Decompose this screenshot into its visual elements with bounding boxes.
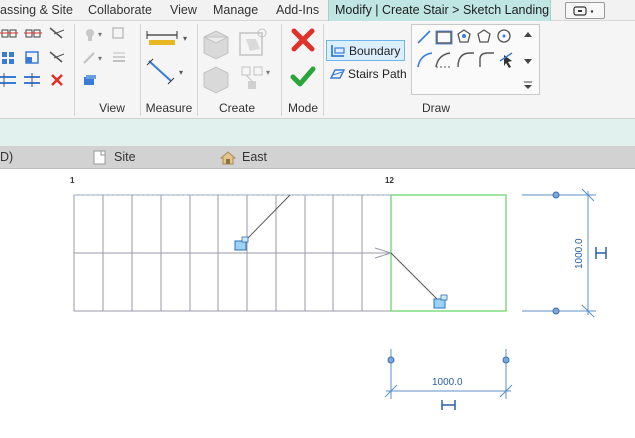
fillet-arc-tool-icon[interactable] xyxy=(479,52,494,67)
panel-label-measure: Measure xyxy=(145,101,193,115)
view-tools-icons: ▾ ▾ xyxy=(83,27,125,85)
rectangle-tool-icon[interactable] xyxy=(435,30,453,45)
vertical-dimension[interactable]: 1000.0 xyxy=(522,188,607,318)
vertical-dimension-toggle-icon[interactable] xyxy=(595,247,607,259)
stair-run[interactable] xyxy=(73,194,393,312)
stair-label-end: 12 xyxy=(385,176,394,185)
scale-icon[interactable] xyxy=(25,51,39,64)
panel-label-mode: Mode xyxy=(287,101,319,115)
horizontal-dimension[interactable]: 1000.0 xyxy=(384,349,513,410)
finish-checkmark-icon xyxy=(290,66,316,87)
stairs-path-icon xyxy=(329,69,345,79)
array-icon[interactable] xyxy=(2,52,14,64)
stairs-path-button[interactable]: Stairs Path xyxy=(326,64,411,85)
thin-lines-icon[interactable] xyxy=(84,75,96,85)
svg-text:▾: ▾ xyxy=(179,68,183,77)
boundary-button[interactable]: Boundary xyxy=(326,40,406,61)
site-plan-icon xyxy=(93,150,106,165)
tab-manage[interactable]: Manage xyxy=(213,0,258,21)
panel-separator xyxy=(140,24,141,116)
view-tab-site[interactable]: Site xyxy=(92,146,136,169)
draw-gallery-icons xyxy=(417,29,532,89)
linework-icon[interactable]: ▾ xyxy=(83,52,102,64)
split-gap-icon[interactable] xyxy=(24,73,40,87)
drawing-canvas[interactable]: 1 12 1000.0 1000.0 xyxy=(0,169,635,438)
line-tool-icon[interactable] xyxy=(417,30,431,44)
cancel-x-icon xyxy=(291,28,315,52)
panel-separator xyxy=(197,24,198,116)
boundary-icon xyxy=(331,45,345,57)
options-bar xyxy=(0,119,635,146)
unpin-icon[interactable] xyxy=(49,51,65,63)
ribbon-tab-bar: assing & Site Collaborate View Manage Ad… xyxy=(0,0,635,21)
run-tag[interactable] xyxy=(234,194,291,251)
modify-tools-icons xyxy=(0,27,65,87)
aligned-dimension-icon[interactable]: ▾ xyxy=(146,58,183,85)
circle-tool-icon[interactable] xyxy=(497,29,511,43)
stair-label-start: 1 xyxy=(70,176,75,185)
create-similar-icon[interactable] xyxy=(203,30,229,60)
view-tab-east[interactable]: East xyxy=(220,146,267,169)
view-tab-site-label: Site xyxy=(114,150,136,164)
gallery-expand-icon[interactable] xyxy=(524,81,532,89)
start-end-arc-tool-icon[interactable] xyxy=(417,52,433,68)
vertical-dimension-value[interactable]: 1000.0 xyxy=(574,238,585,269)
gallery-scroll-down-icon[interactable] xyxy=(524,59,532,64)
ribbon-panel: ▾ ▾ View ▾ ▾ Measure ▾ Create Mode Bound… xyxy=(0,21,635,119)
circumscribed-polygon-tool-icon[interactable] xyxy=(477,29,491,43)
stairs-path-label: Stairs Path xyxy=(348,67,407,81)
landing-sketch-boundary[interactable] xyxy=(390,194,507,312)
center-ends-arc-tool-icon[interactable] xyxy=(435,52,451,68)
svg-text:▾: ▾ xyxy=(183,34,187,43)
stair-sketch-drawing: 1 12 1000.0 1000.0 xyxy=(70,176,607,410)
horizontal-dimension-value[interactable]: 1000.0 xyxy=(432,377,463,388)
inscribed-polygon-tool-icon[interactable] xyxy=(457,29,471,43)
pin-icon[interactable] xyxy=(49,27,65,39)
create-tools-icons: ▾ xyxy=(203,28,270,94)
tangent-arc-tool-icon[interactable] xyxy=(457,52,474,68)
view-toggle-icon xyxy=(573,6,594,16)
panel-label-draw: Draw xyxy=(421,101,450,115)
split-icon[interactable] xyxy=(0,73,16,87)
landing-tag[interactable] xyxy=(390,252,448,309)
create-assembly-icon[interactable] xyxy=(203,66,229,94)
align-icon[interactable] xyxy=(0,29,18,38)
boundary-label: Boundary xyxy=(349,44,401,58)
view-tab-east-label: East xyxy=(242,150,268,164)
ribbon-display-toggle-button[interactable] xyxy=(565,2,605,19)
svg-text:▾: ▾ xyxy=(266,68,270,77)
tab-view[interactable]: View xyxy=(170,0,197,21)
svg-text:▾: ▾ xyxy=(98,30,102,39)
finish-edit-mode-button[interactable] xyxy=(287,61,319,93)
hide-element-icon[interactable]: ▾ xyxy=(86,29,102,41)
override-graphics-icon[interactable] xyxy=(112,27,124,39)
view-tab-partial[interactable]: D) xyxy=(0,146,13,169)
tab-modify-create-stair[interactable]: Modify | Create Stair > Sketch Landing xyxy=(328,0,551,21)
draw-tools-gallery xyxy=(411,24,540,95)
line-weights-icon[interactable] xyxy=(113,52,125,62)
panel-label-view: View xyxy=(99,101,125,115)
tab-add-ins[interactable]: Add-Ins xyxy=(276,0,319,21)
panel-separator xyxy=(281,24,282,116)
panel-separator xyxy=(323,24,324,116)
gallery-scroll-up-icon[interactable] xyxy=(524,32,532,37)
offset-icon[interactable] xyxy=(24,29,42,38)
svg-text:▾: ▾ xyxy=(98,54,102,63)
measure-tools-icons: ▾ ▾ xyxy=(146,31,187,85)
horizontal-dimension-toggle-icon[interactable] xyxy=(441,400,456,410)
tab-massing-site[interactable]: assing & Site xyxy=(0,0,73,21)
measure-between-icon[interactable]: ▾ xyxy=(146,31,187,45)
cancel-edit-mode-button[interactable] xyxy=(287,24,319,56)
panel-label-create: Create xyxy=(218,101,256,115)
elevation-view-icon xyxy=(220,151,236,165)
create-parts-icon[interactable]: ▾ xyxy=(241,66,270,89)
delete-icon[interactable] xyxy=(51,74,63,86)
create-group-icon[interactable] xyxy=(239,28,267,56)
pick-lines-tool-icon[interactable] xyxy=(499,52,513,68)
panel-separator xyxy=(74,24,75,116)
tab-collaborate[interactable]: Collaborate xyxy=(88,0,152,21)
view-tab-bar: D) Site East xyxy=(0,146,635,169)
